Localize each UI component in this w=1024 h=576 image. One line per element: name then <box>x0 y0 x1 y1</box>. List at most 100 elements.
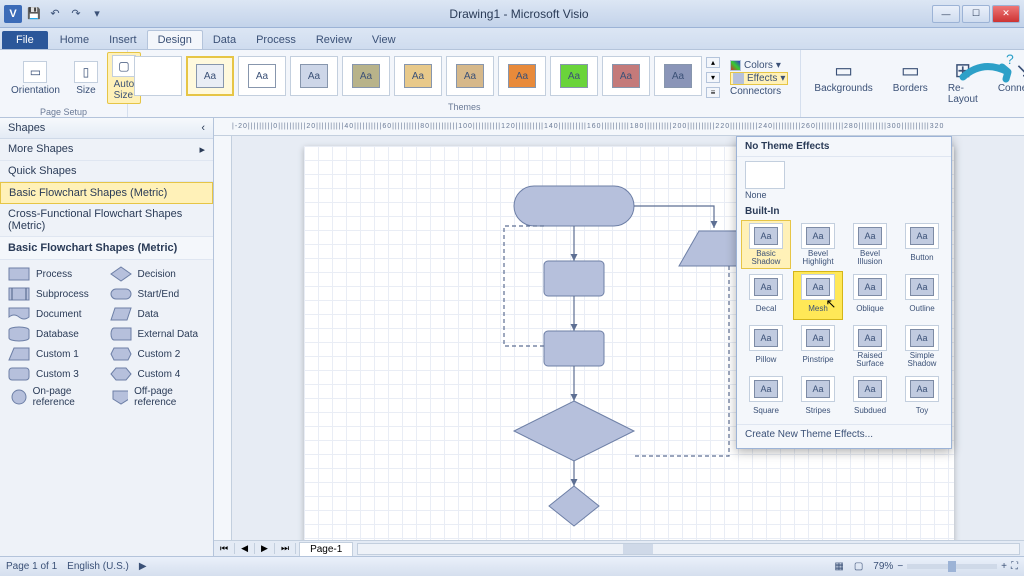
theme-swatch[interactable]: Aa <box>342 56 390 96</box>
effect-mesh[interactable]: AaMesh↖ <box>793 271 843 320</box>
shape-external-data[interactable]: External Data <box>110 326 206 342</box>
stencil-basic-flowchart[interactable]: Basic Flowchart Shapes (Metric) <box>0 182 213 204</box>
gallery-more[interactable]: ≡ <box>706 87 720 98</box>
zoom-level[interactable]: 79% <box>873 561 893 572</box>
page-tab[interactable]: Page-1 <box>299 542 353 556</box>
fit-page-icon[interactable]: ⛶ <box>1011 561 1018 572</box>
tab-data[interactable]: Data <box>203 31 246 49</box>
tab-home[interactable]: Home <box>50 31 99 49</box>
effect-decal[interactable]: AaDecal <box>741 271 791 320</box>
tab-process[interactable]: Process <box>246 31 306 49</box>
shapes-collapse-icon[interactable]: ‹ <box>201 122 205 134</box>
shape-process[interactable]: Process <box>8 266 104 282</box>
qat-dropdown-icon[interactable]: ▾ <box>88 5 106 23</box>
create-theme-effects[interactable]: Create New Theme Effects... <box>737 424 951 444</box>
shape-document[interactable]: Document <box>8 306 104 322</box>
shape-data[interactable]: Data <box>110 306 206 322</box>
redo-icon[interactable]: ↷ <box>67 5 85 23</box>
shape-startend[interactable]: Start/End <box>110 286 206 302</box>
sheet-nav-first[interactable]: ⏮ <box>214 543 235 554</box>
gallery-scroll-down[interactable]: ▾ <box>706 72 720 83</box>
gallery-scroll-up[interactable]: ▴ <box>706 57 720 68</box>
tab-insert[interactable]: Insert <box>99 31 147 49</box>
sheet-nav-next[interactable]: ▶ <box>255 543 275 554</box>
effect-simple-shadow[interactable]: AaSimple Shadow <box>897 322 947 371</box>
status-bar: Page 1 of 1 English (U.S.) ▶ ▦ ▢ 79% − +… <box>0 556 1024 576</box>
theme-swatch[interactable]: Aa <box>290 56 338 96</box>
shape-custom2[interactable]: Custom 2 <box>110 346 206 362</box>
view-fullscreen-icon[interactable]: ▢ <box>854 561 863 572</box>
maximize-button[interactable]: ☐ <box>962 5 990 23</box>
quick-shapes[interactable]: Quick Shapes <box>0 161 213 182</box>
zoom-slider[interactable] <box>907 564 997 569</box>
shape-custom1[interactable]: Custom 1 <box>8 346 104 362</box>
stencil-cross-functional[interactable]: Cross-Functional Flowchart Shapes (Metri… <box>0 204 213 237</box>
file-tab[interactable]: File <box>2 31 48 49</box>
shape-custom4[interactable]: Custom 4 <box>110 366 206 382</box>
borders-button[interactable]: ▭Borders <box>888 56 933 97</box>
effect-raised-surface[interactable]: AaRaised Surface <box>845 322 895 371</box>
effect-stripes[interactable]: AaStripes <box>793 373 843 422</box>
hscroll-thumb[interactable] <box>623 544 653 554</box>
zoom-thumb[interactable] <box>948 561 956 572</box>
theme-gallery[interactable]: Aa Aa Aa Aa Aa Aa Aa Aa Aa Aa ▴ ▾ ≡ Colo… <box>128 50 800 101</box>
effect-square[interactable]: AaSquare <box>741 373 791 422</box>
hscrollbar[interactable] <box>357 543 1020 555</box>
macro-icon[interactable]: ▶ <box>139 561 147 572</box>
colors-dropdown[interactable]: Colors ▾ <box>730 60 781 71</box>
theme-swatch[interactable]: Aa <box>186 56 234 96</box>
effects-icon <box>733 73 744 84</box>
view-normal-icon[interactable]: ▦ <box>834 561 843 572</box>
backgrounds-button[interactable]: ▭Backgrounds <box>809 56 877 97</box>
theme-swatch[interactable]: Aa <box>238 56 286 96</box>
theme-swatch[interactable]: Aa <box>654 56 702 96</box>
shape-decision[interactable]: Decision <box>110 266 206 282</box>
effect-pillow[interactable]: AaPillow <box>741 322 791 371</box>
close-button[interactable]: ✕ <box>992 5 1020 23</box>
effect-toy[interactable]: AaToy <box>897 373 947 422</box>
quick-access-toolbar: V 💾 ↶ ↷ ▾ <box>4 5 106 23</box>
size-button[interactable]: ▯Size <box>69 58 103 99</box>
language-indicator[interactable]: English (U.S.) <box>67 561 129 572</box>
tab-view[interactable]: View <box>362 31 406 49</box>
sheet-nav-last[interactable]: ⏭ <box>275 543 296 554</box>
connectors-dropdown[interactable]: Connectors <box>730 86 781 97</box>
effect-bevel-highlight[interactable]: AaBevel Highlight <box>793 220 843 269</box>
effect-bevel-illusion[interactable]: AaBevel Illusion <box>845 220 895 269</box>
canvas-area: |-20|||||||||0||||||||||20||||||||||40||… <box>214 118 1024 556</box>
visio-logo-icon[interactable]: V <box>4 5 22 23</box>
effect-subdued[interactable]: AaSubdued <box>845 373 895 422</box>
zoom-out-button[interactable]: − <box>897 561 903 572</box>
more-shapes[interactable]: More Shapes▸ <box>0 139 213 161</box>
theme-swatch[interactable] <box>134 56 182 96</box>
shape-database[interactable]: Database <box>8 326 104 342</box>
zoom-in-button[interactable]: + <box>1001 561 1007 572</box>
shape-offpage-ref[interactable]: Off-page reference <box>110 386 206 408</box>
effect-oblique[interactable]: AaOblique <box>845 271 895 320</box>
theme-swatch[interactable]: Aa <box>602 56 650 96</box>
tab-review[interactable]: Review <box>306 31 362 49</box>
theme-swatch[interactable]: Aa <box>498 56 546 96</box>
save-icon[interactable]: 💾 <box>25 5 43 23</box>
window-title: Drawing1 - Microsoft Visio <box>106 7 932 21</box>
page-setup-group-label: Page Setup <box>0 106 127 119</box>
shape-subprocess[interactable]: Subprocess <box>8 286 104 302</box>
effect-none-thumb[interactable] <box>745 161 785 189</box>
shape-list: Process Decision Subprocess Start/End Do… <box>0 260 213 414</box>
theme-swatch[interactable]: Aa <box>550 56 598 96</box>
theme-swatch[interactable]: Aa <box>446 56 494 96</box>
effect-pinstripe[interactable]: AaPinstripe <box>793 322 843 371</box>
effect-button[interactable]: AaButton <box>897 220 947 269</box>
shape-custom3[interactable]: Custom 3 <box>8 366 104 382</box>
effect-outline[interactable]: AaOutline <box>897 271 947 320</box>
effects-dropdown[interactable]: Effects ▾ <box>730 72 788 85</box>
tab-design[interactable]: Design <box>147 30 203 49</box>
minimize-button[interactable]: — <box>932 5 960 23</box>
orientation-button[interactable]: ▭Orientation <box>6 58 65 99</box>
theme-swatch[interactable]: Aa <box>394 56 442 96</box>
shape-onpage-ref[interactable]: On-page reference <box>8 386 104 408</box>
undo-icon[interactable]: ↶ <box>46 5 64 23</box>
drawing-canvas[interactable]: No Theme Effects None Built-In AaBasic S… <box>214 136 1024 540</box>
sheet-nav-prev[interactable]: ◀ <box>235 543 255 554</box>
effect-basic-shadow[interactable]: AaBasic Shadow <box>741 220 791 269</box>
